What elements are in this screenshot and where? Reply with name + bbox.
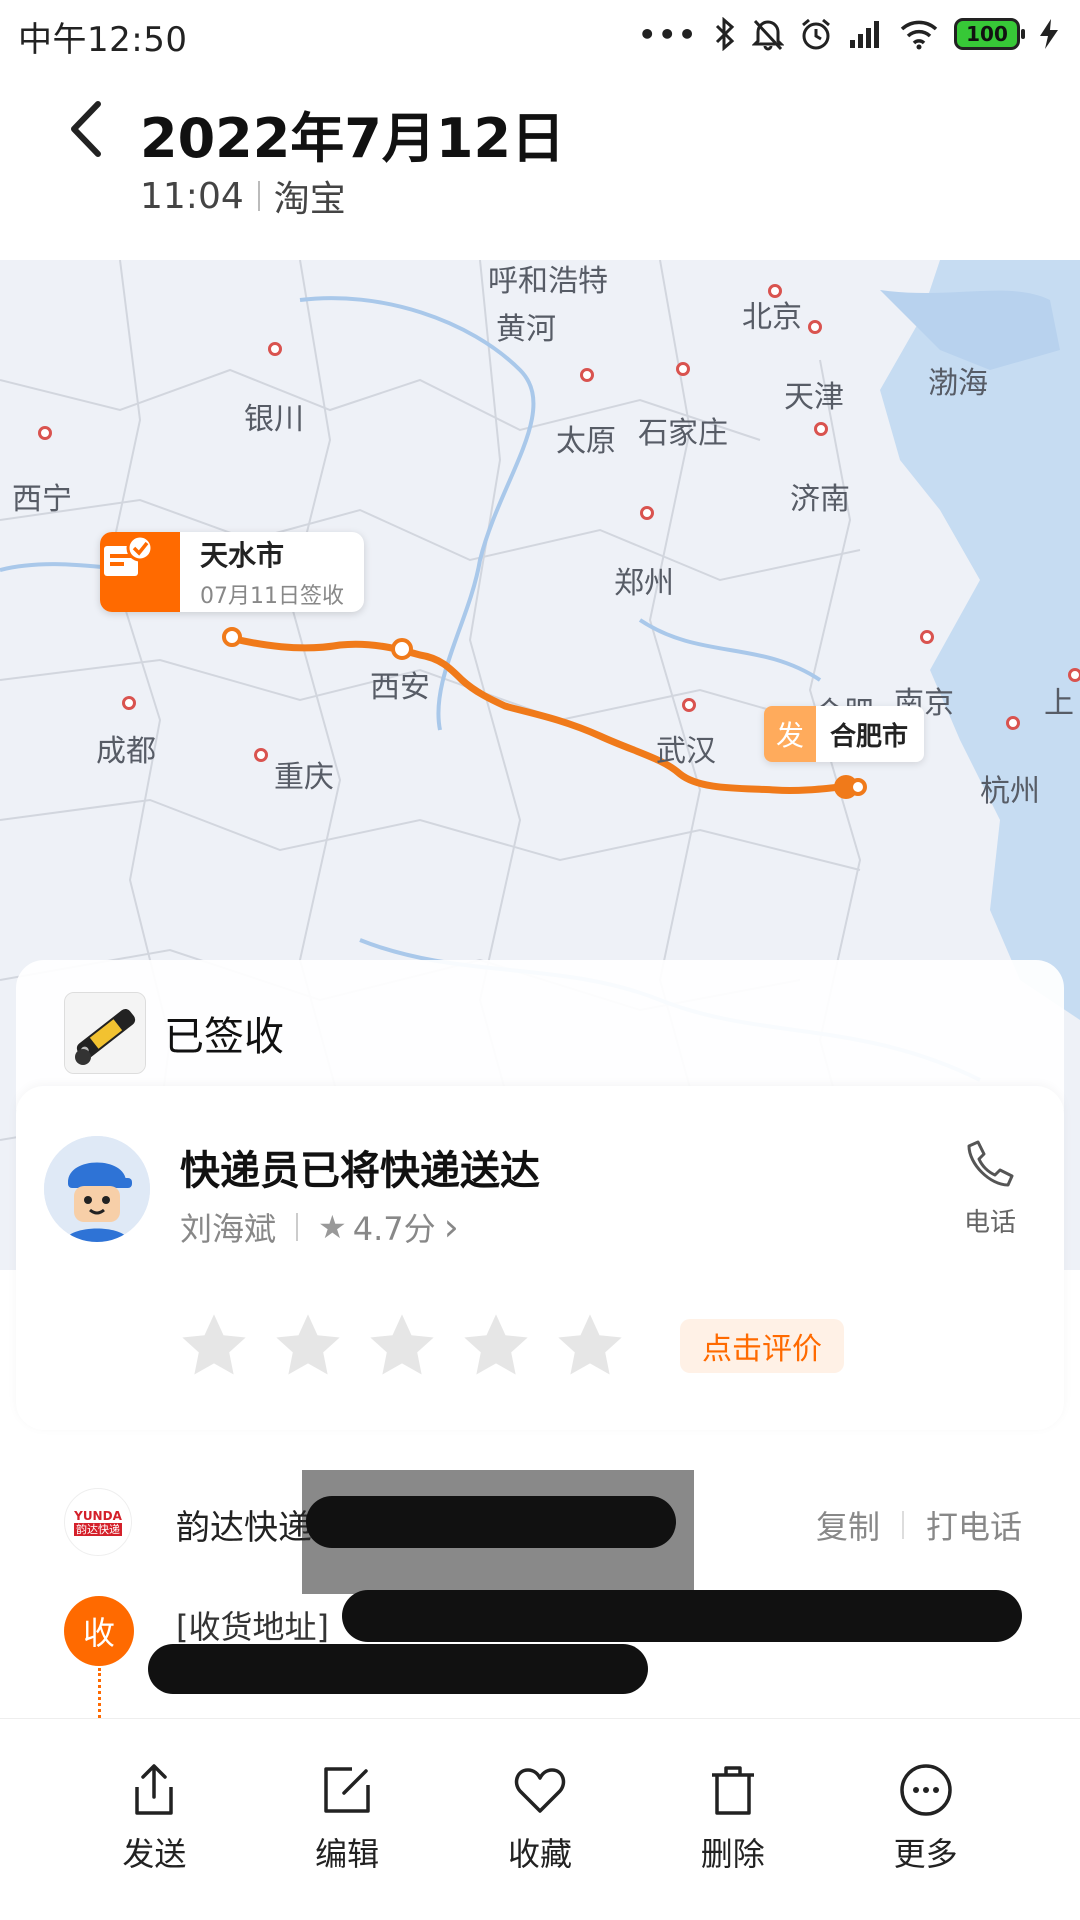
- city-label: 北京: [742, 300, 802, 335]
- header: 2022年7月12日 11:04 淘宝: [0, 66, 1080, 260]
- rating-star-2[interactable]: [270, 1308, 346, 1384]
- order-source: 淘宝: [273, 179, 346, 220]
- city-label: 成都: [96, 734, 156, 769]
- rating-star-5[interactable]: [552, 1308, 628, 1384]
- more-dots-icon: •••: [638, 17, 698, 51]
- more-button[interactable]: 更多: [861, 1719, 991, 1920]
- mute-bell-icon: [752, 19, 784, 51]
- edit-icon: [324, 1767, 370, 1813]
- delivered-box-icon: [100, 532, 180, 612]
- rating-row: 点击评价: [176, 1308, 844, 1384]
- status-icons: ••• 100: [638, 14, 1062, 54]
- package-thumbnail[interactable]: [64, 992, 146, 1074]
- delete-button[interactable]: 删除: [668, 1719, 798, 1920]
- rating-star-1[interactable]: [176, 1308, 252, 1384]
- more-label: 更多: [893, 1835, 958, 1873]
- signal-icon: [850, 21, 879, 48]
- courier-message: 快递员已将快递送达: [180, 1148, 540, 1194]
- city-label: 济南: [790, 482, 850, 517]
- origin-badge: 发: [764, 706, 816, 762]
- destination-city: 天水市: [200, 539, 285, 572]
- destination-marker: [222, 627, 242, 647]
- call-label: 电话: [963, 1208, 1016, 1238]
- redaction-address: [342, 1590, 1022, 1642]
- redaction-address-line2: [148, 1644, 648, 1694]
- carrier-actions: 复制 打电话: [816, 1502, 1022, 1548]
- chevron-right-icon[interactable]: ›: [444, 1205, 459, 1249]
- city-label: 太原: [556, 424, 616, 459]
- receiver-badge: 收: [64, 1596, 134, 1666]
- city-label: 郑州: [614, 566, 674, 601]
- timeline-line: [98, 1668, 101, 1718]
- wifi-icon: [900, 20, 938, 50]
- city-label: 西安: [370, 670, 430, 705]
- call-courier-button[interactable]: 电话: [954, 1138, 1026, 1239]
- page-subtitle: 11:04 淘宝: [140, 170, 346, 222]
- delete-label: 删除: [700, 1835, 765, 1873]
- city-label: 石家庄: [638, 416, 728, 451]
- redaction-tracking-number: [306, 1496, 676, 1548]
- status-time: 中午12:50: [18, 20, 188, 60]
- rate-button[interactable]: 点击评价: [680, 1319, 844, 1373]
- order-time: 11:04: [140, 175, 244, 217]
- alarm-icon: [802, 18, 830, 50]
- favorite-button[interactable]: 收藏: [475, 1719, 605, 1920]
- carrier-name: 韵达快递: [176, 1508, 312, 1548]
- city-label: 西宁: [12, 482, 72, 517]
- city-label: 银川: [244, 402, 304, 437]
- delivery-date: 07月11日签收: [200, 584, 344, 609]
- bluetooth-icon: [715, 17, 735, 51]
- yunda-logo-icon: YUNDA 韵达快递: [64, 1488, 132, 1556]
- courier-avatar: [44, 1136, 150, 1242]
- city-label: 武汉: [656, 734, 716, 769]
- city-label: 杭州: [980, 774, 1040, 809]
- courier-name: 刘海斌: [180, 1210, 277, 1248]
- send-label: 发送: [122, 1835, 187, 1873]
- city-label: 渤海: [928, 366, 988, 401]
- package-status: 已签收: [164, 1014, 284, 1060]
- logo-text: YUNDA: [74, 1508, 122, 1523]
- charging-icon: [1040, 19, 1058, 49]
- city-label: 重庆: [274, 760, 334, 795]
- bottom-toolbar: 发送 编辑 收藏 删除 更多: [0, 1718, 1080, 1920]
- logo-subtext: 韵达快递: [74, 1522, 122, 1536]
- rating-star-3[interactable]: [364, 1308, 440, 1384]
- call-carrier-button[interactable]: 打电话: [926, 1502, 1022, 1548]
- divider: [257, 181, 260, 211]
- courier-info: 刘海斌 ★ 4.7分 ›: [180, 1204, 459, 1250]
- edit-button[interactable]: 编辑: [282, 1719, 412, 1920]
- courier-rating[interactable]: 4.7分: [353, 1204, 436, 1250]
- back-button[interactable]: [58, 94, 118, 164]
- phone-icon: [967, 1140, 1014, 1187]
- courier-card: 快递员已将快递送达 刘海斌 ★ 4.7分 › 电话 点击评价: [16, 1086, 1064, 1430]
- city-label: 黄河: [496, 312, 556, 347]
- destination-callout[interactable]: 天水市 07月11日签收: [100, 532, 364, 612]
- origin-tag[interactable]: 发 合肥市: [764, 706, 925, 762]
- favorite-label: 收藏: [507, 1835, 572, 1873]
- rating-star-4[interactable]: [458, 1308, 534, 1384]
- carrier-card: YUNDA 韵达快递 韵达快递 复制 打电话 收 [收货地址]: [16, 1458, 1064, 1718]
- page-title: 2022年7月12日: [140, 107, 566, 170]
- city-label: 上: [1044, 686, 1074, 721]
- copy-button[interactable]: 复制: [816, 1502, 880, 1548]
- star-icon: ★: [318, 1208, 347, 1246]
- more-icon: [899, 1764, 952, 1816]
- divider: [901, 1511, 904, 1539]
- address-label: [收货地址]: [176, 1608, 329, 1646]
- waypoint-marker: [391, 638, 413, 660]
- status-bar: 中午12:50 ••• 100: [0, 0, 1080, 66]
- send-button[interactable]: 发送: [89, 1719, 219, 1920]
- origin-city: 合肥市: [830, 721, 909, 752]
- edit-label: 编辑: [315, 1835, 380, 1873]
- divider: [296, 1213, 299, 1241]
- trash-icon: [711, 1766, 754, 1815]
- heart-icon: [514, 1768, 566, 1813]
- share-icon: [135, 1764, 174, 1815]
- city-label: 天津: [784, 380, 844, 415]
- battery-icon: 100: [954, 18, 1025, 50]
- city-label: 呼和浩特: [488, 264, 608, 299]
